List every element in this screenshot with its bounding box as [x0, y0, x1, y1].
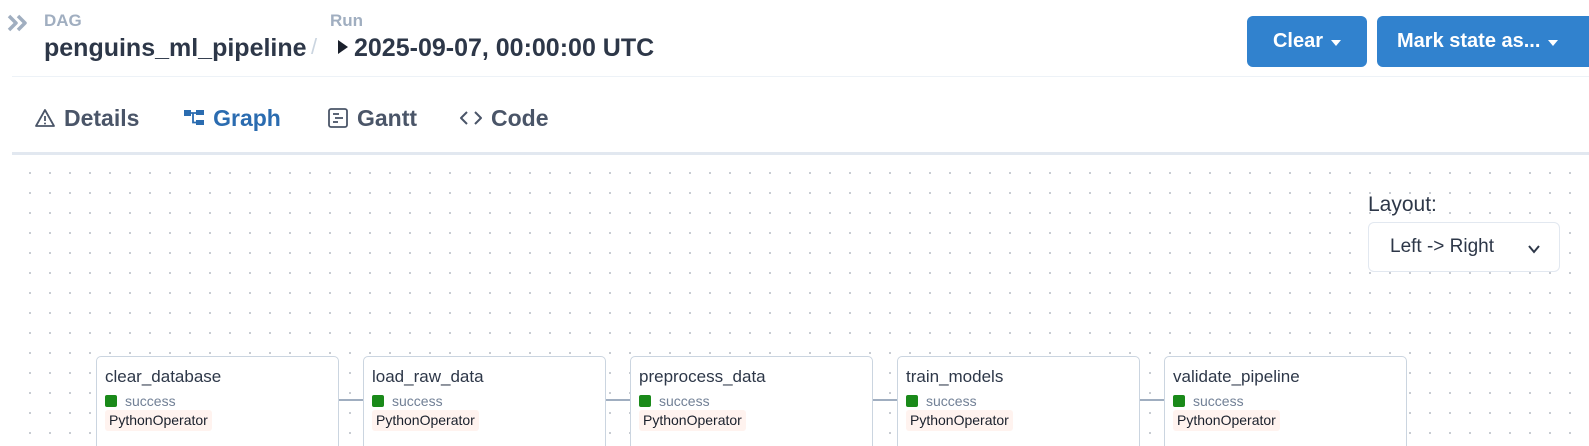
graph-edge	[606, 399, 631, 401]
warning-triangle-icon	[34, 107, 56, 129]
breadcrumb-run-id: 2025-09-07, 00:00:00 UTC	[354, 34, 655, 62]
code-icon	[459, 107, 483, 129]
tab-details-label: Details	[64, 104, 140, 131]
play-icon	[338, 40, 348, 55]
task-node-name: validate_pipeline	[1173, 367, 1300, 386]
task-node-train-models[interactable]: train_models success PythonOperator	[897, 356, 1140, 446]
layout-select-value: Left -> Right	[1390, 236, 1495, 257]
task-node-name: clear_database	[105, 367, 222, 386]
task-node-status: success	[105, 393, 176, 409]
chevron-down-icon	[1527, 240, 1541, 262]
clear-button[interactable]: Clear	[1247, 16, 1367, 67]
tab-bar: Details Graph Gantt Code	[12, 80, 1589, 156]
task-node-operator: PythonOperator	[639, 410, 746, 431]
graph-edge	[873, 399, 898, 401]
success-status-icon	[906, 395, 918, 407]
tab-graph[interactable]: Graph	[161, 80, 303, 156]
task-node-status: success	[1173, 393, 1244, 409]
task-node-status: success	[639, 393, 710, 409]
tab-code[interactable]: Code	[459, 80, 549, 156]
breadcrumb-run-value: 2025-09-07, 00:00:00 UTC	[330, 32, 654, 64]
task-node-operator: PythonOperator	[372, 410, 479, 431]
task-node-name: preprocess_data	[639, 367, 766, 386]
chevron-down-icon	[1548, 40, 1559, 46]
tab-gantt[interactable]: Gantt	[327, 80, 417, 156]
task-node-operator: PythonOperator	[1173, 410, 1280, 431]
success-status-icon	[372, 395, 384, 407]
graph-canvas[interactable]: Layout: Left -> Right clear_database suc…	[12, 155, 1589, 446]
task-node-preprocess-data[interactable]: preprocess_data success PythonOperator	[630, 356, 873, 446]
header-divider	[12, 76, 1589, 77]
layout-select[interactable]: Left -> Right	[1368, 222, 1560, 272]
task-node-status: success	[906, 393, 977, 409]
double-chevron-right-icon[interactable]	[6, 10, 32, 36]
tab-gantt-label: Gantt	[357, 104, 418, 131]
tab-graph-label: Graph	[213, 104, 281, 131]
breadcrumb-run-label: Run	[330, 11, 364, 30]
breadcrumb-separator: /	[311, 34, 318, 59]
breadcrumb-run: Run 2025-09-07, 00:00:00 UTC	[330, 10, 654, 64]
chevron-down-icon	[1331, 40, 1342, 46]
success-status-icon	[639, 395, 651, 407]
task-node-operator: PythonOperator	[906, 410, 1013, 431]
clear-button-label: Clear	[1272, 30, 1324, 52]
task-node-name: load_raw_data	[372, 367, 484, 386]
task-node-status-label: success	[926, 393, 977, 409]
task-node-name: train_models	[906, 367, 1004, 386]
task-node-status-label: success	[125, 393, 176, 409]
graph-edge	[339, 399, 364, 401]
task-node-validate-pipeline[interactable]: validate_pipeline success PythonOperator	[1164, 356, 1407, 446]
breadcrumb-dag[interactable]: DAG penguins_ml_pipeline	[44, 10, 307, 64]
gantt-icon	[327, 107, 349, 129]
breadcrumb-dag-label: DAG	[44, 11, 82, 30]
dag-run-page: DAG penguins_ml_pipeline / Run 2025-09-0…	[0, 0, 1589, 446]
task-node-status-label: success	[1193, 393, 1244, 409]
task-node-status: success	[372, 393, 443, 409]
task-node-load-raw-data[interactable]: load_raw_data success PythonOperator	[363, 356, 606, 446]
success-status-icon	[105, 395, 117, 407]
mark-state-button[interactable]: Mark state as...	[1377, 16, 1589, 67]
task-node-status-label: success	[392, 393, 443, 409]
success-status-icon	[1173, 395, 1185, 407]
tab-details[interactable]: Details	[34, 80, 139, 156]
task-node-operator: PythonOperator	[105, 410, 212, 431]
task-node-status-label: success	[659, 393, 710, 409]
tab-code-label: Code	[491, 104, 549, 131]
mark-state-button-label: Mark state as...	[1397, 30, 1541, 52]
graph-edge	[1140, 399, 1165, 401]
graph-icon	[183, 107, 205, 129]
breadcrumb-dag-id[interactable]: penguins_ml_pipeline	[44, 32, 307, 64]
task-node-clear-database[interactable]: clear_database success PythonOperator	[96, 356, 339, 446]
layout-label: Layout:	[1368, 193, 1437, 216]
